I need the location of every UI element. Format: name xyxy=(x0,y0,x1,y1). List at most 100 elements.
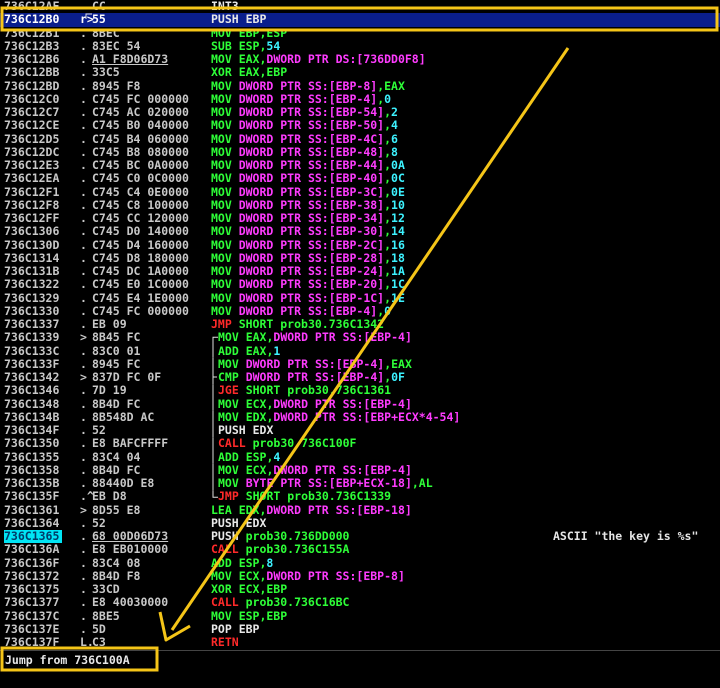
instruction-token: 0C xyxy=(391,171,405,186)
disasm-row[interactable]: 736C136F. 83C4 08 ADD ESP,8 xyxy=(0,556,720,570)
row-instruction: PUSH prob30.736DD000 xyxy=(211,529,349,543)
disasm-row[interactable]: 736C137E. 5D POP EBP xyxy=(0,621,720,636)
disasm-row[interactable]: 736C1330. C745 FC 000000 MOV DWORD PTR SS:… xyxy=(0,304,720,318)
disasm-row[interactable]: 736C136A. E8 EB010000 CALL prob30.736C155A xyxy=(0,542,720,556)
disasm-row[interactable]: 736C1350. E8 BAFCFFFF CALL prob30.736C100F xyxy=(0,436,720,451)
row-instruction: MOV EAX,DWORD PTR DS:[736DD0F8] xyxy=(211,52,426,66)
disasm-row[interactable]: 736C135B. 88440D E8 MOV BYTE PTR SS:[EBP+E… xyxy=(0,476,720,490)
disasm-row[interactable]: 736C1346. 7D 19 JGE SHORT prob30.736C1361 xyxy=(0,383,720,397)
disassembly-pane[interactable]: 736C12AF CC INT3 736C12B0 r> 55 PUSH EBP 736C12… xyxy=(0,0,720,648)
instruction-token: , xyxy=(384,290,392,305)
instruction-token: , xyxy=(384,118,392,133)
row-instruction: MOV DWORD PTR SS:[EBP-4],EAX xyxy=(218,357,412,371)
instruction-token: MOV xyxy=(211,91,239,106)
row-instruction: JMP SHORT prob30.736C1342 xyxy=(211,317,385,331)
instruction-token: ADD EAX, xyxy=(218,343,274,358)
instruction-token: 54 xyxy=(266,38,281,53)
instruction-token: MOV xyxy=(211,211,239,225)
disasm-row[interactable]: 736C133C. 83C0 01 ADD EAX,1 xyxy=(0,343,720,358)
disasm-row[interactable]: 736C1365. 68 00D06D73 PUSH prob30.736DD000… xyxy=(0,529,720,544)
instruction-token: DWORD PTR SS:[EBP-18] xyxy=(266,502,412,517)
disasm-row[interactable]: 736C12D5. C745 B4 060000 MOV DWORD PTR SS:… xyxy=(0,131,720,146)
instruction-token: MOV xyxy=(211,171,239,186)
disasm-row[interactable]: 736C1372. 8B4D F8 MOV ECX,DWORD PTR SS:[EB… xyxy=(0,569,720,583)
instruction-token: 0E xyxy=(391,184,405,199)
disasm-row[interactable]: 736C12AF CC INT3 xyxy=(0,0,720,13)
disasm-row[interactable]: 736C1348. 8B4D FC MOV ECX,DWORD PTR SS:[EB… xyxy=(0,397,720,411)
disasm-row[interactable]: 736C12F1. C745 C4 0E0000 MOV DWORD PTR SS:… xyxy=(0,184,720,199)
row-flow-marker: . xyxy=(80,131,87,146)
disasm-row[interactable]: 736C12DC. C745 B8 080000 MOV DWORD PTR SS:… xyxy=(0,145,720,159)
instruction-token: DWORD PTR SS:[EBP-4C] xyxy=(238,131,385,146)
disasm-row[interactable]: 736C1358. 8B4D FC MOV ECX,DWORD PTR SS:[EB… xyxy=(0,463,720,477)
row-hex-bytes: C745 BC 0A0000 xyxy=(92,158,189,172)
disasm-row[interactable]: 736C1306. C745 D0 140000 MOV DWORD PTR SS:… xyxy=(0,224,720,239)
row-flow-marker: . xyxy=(80,595,87,610)
disasm-row[interactable]: 736C1342 >837D FC 0F CMP DWORD PTR SS:[EBP… xyxy=(0,370,720,384)
row-address: 736C130D xyxy=(4,237,60,252)
row-address: 736C137F xyxy=(4,635,60,648)
instruction-token: MOV xyxy=(211,131,239,146)
row-instruction: MOV EBP,ESP xyxy=(211,26,287,40)
disasm-row[interactable]: 736C1361 >8D55 E8 LEA EDX,DWORD PTR SS:[EB… xyxy=(0,502,720,517)
disasm-row[interactable]: 736C1314. C745 D8 180000 MOV DWORD PTR SS:… xyxy=(0,251,720,265)
disasm-row[interactable]: 736C12B3. 83EC 54 SUB ESP,54 xyxy=(0,38,720,53)
instruction-token: SHORT prob30.736C1342 xyxy=(238,317,385,331)
disasm-row[interactable]: 736C12B1. 8BEC MOV EBP,ESP xyxy=(0,26,720,40)
instruction-token: CMP xyxy=(218,370,246,384)
row-instruction: PUSH EDX xyxy=(211,516,266,530)
row-flow-marker: . xyxy=(80,264,87,278)
disasm-row[interactable]: 736C12C7. C745 AC 020000 MOV DWORD PTR SS:… xyxy=(0,105,720,119)
disasm-row[interactable]: 736C12BD. 8945 F8 MOV DWORD PTR SS:[EBP-8]… xyxy=(0,79,720,93)
row-hex-bytes: 83C4 04 xyxy=(92,449,141,464)
disasm-row[interactable]: 736C1377. E8 40030000 CALL prob30.736C16BC xyxy=(0,595,720,610)
disasm-row[interactable]: 736C1337. EB 09 JMP SHORT prob30.736C1342 xyxy=(0,317,720,331)
instruction-token: 0F xyxy=(391,370,405,384)
row-instruction: CALL prob30.736C100F xyxy=(218,437,356,450)
row-flow-marker: . xyxy=(80,436,87,451)
disasm-row[interactable]: 736C130D. C745 D4 160000 MOV DWORD PTR SS:… xyxy=(0,237,720,252)
disasm-row[interactable]: 736C12FF. C745 CC 120000 MOV DWORD PTR SS:… xyxy=(0,211,720,225)
disasm-row[interactable]: 736C131B. C745 DC 1A0000 MOV DWORD PTR SS:… xyxy=(0,264,720,278)
disasm-row[interactable]: 736C12B0 r> 55 PUSH EBP xyxy=(0,12,720,27)
disasm-row[interactable]: 736C1364. 52 PUSH EDX xyxy=(0,516,720,530)
disasm-row[interactable]: 736C137F L. C3 RETN xyxy=(0,635,720,648)
disasm-row[interactable]: 736C134B. 8B548D AC MOV EDX,DWORD PTR SS:[… xyxy=(0,410,720,424)
row-hex-bytes: EB D8 xyxy=(92,489,127,504)
row-address: 736C135F xyxy=(4,489,60,504)
disasm-row[interactable]: 736C1322. C745 E0 1C0000 MOV DWORD PTR SS:… xyxy=(0,277,720,291)
row-comment: ASCII "the key is %s" xyxy=(553,529,699,543)
row-flow-marker: . xyxy=(80,529,87,543)
row-instruction: CMP DWORD PTR SS:[EBP-4],0F xyxy=(218,370,405,384)
disasm-row[interactable]: 736C12F8. C745 C8 100000 MOV DWORD PTR SS:… xyxy=(0,198,720,212)
instruction-token: DWORD PTR SS:[EBP-44] xyxy=(238,158,385,172)
row-address: 736C133F xyxy=(4,356,60,371)
disasm-row[interactable]: 736C133F. 8945 FC MOV DWORD PTR SS:[EBP-4]… xyxy=(0,356,720,371)
disasm-row[interactable]: 736C12B6. A1 F8D06D73 MOV EAX,DWORD PTR DS… xyxy=(0,52,720,66)
disasm-row[interactable]: 736C12EA. C745 C0 0C0000 MOV DWORD PTR SS:… xyxy=(0,171,720,186)
disasm-row[interactable]: 736C12C0. C745 FC 000000 MOV DWORD PTR SS:… xyxy=(0,91,720,106)
row-flow-marker: . xyxy=(80,621,87,636)
row-hex-bytes: C745 AC 020000 xyxy=(92,105,189,119)
disasm-row[interactable]: 736C135F .^ EB D8 JMP SHORT prob30.736C1339 xyxy=(0,489,720,504)
row-hex-bytes: EB 09 xyxy=(92,317,127,331)
row-address: 736C1306 xyxy=(4,224,60,239)
row-instruction: JGE SHORT prob30.736C1361 xyxy=(218,384,391,397)
instruction-token: SHORT prob30.736C1361 xyxy=(245,383,392,398)
disasm-row[interactable]: 736C134F. 52 PUSH EDX xyxy=(0,423,720,437)
instruction-token: 12 xyxy=(391,211,405,225)
row-hex-bytes: C745 C0 0C0000 xyxy=(92,171,189,186)
row-hex-bytes: 837D FC 0F xyxy=(92,370,162,384)
disasm-row[interactable]: 736C1375. 33CD XOR ECX,EBP xyxy=(0,582,720,596)
disasm-row[interactable]: 736C1329. C745 E4 1E0000 MOV DWORD PTR SS:… xyxy=(0,290,720,305)
row-instruction: MOV DWORD PTR SS:[EBP-1C],1E xyxy=(211,290,405,305)
disasm-row[interactable]: 736C12CE. C745 B0 040000 MOV DWORD PTR SS:… xyxy=(0,118,720,133)
row-address: 736C12C7 xyxy=(4,105,60,119)
row-instruction: PUSH EDX xyxy=(218,423,273,437)
disasm-row[interactable]: 736C137C. 8BE5 MOV ESP,EBP xyxy=(0,609,720,623)
disasm-row[interactable]: 736C12BB. 33C5 XOR EAX,EBP xyxy=(0,65,720,79)
disasm-row[interactable]: 736C1339 >8B45 FC MOV EAX,DWORD PTR SS:[EB… xyxy=(0,330,720,344)
disasm-row[interactable]: 736C1355. 83C4 04 ADD ESP,4 xyxy=(0,449,720,464)
instruction-token: 1E xyxy=(391,290,405,305)
disasm-row[interactable]: 736C12E3. C745 BC 0A0000 MOV DWORD PTR SS:… xyxy=(0,158,720,172)
